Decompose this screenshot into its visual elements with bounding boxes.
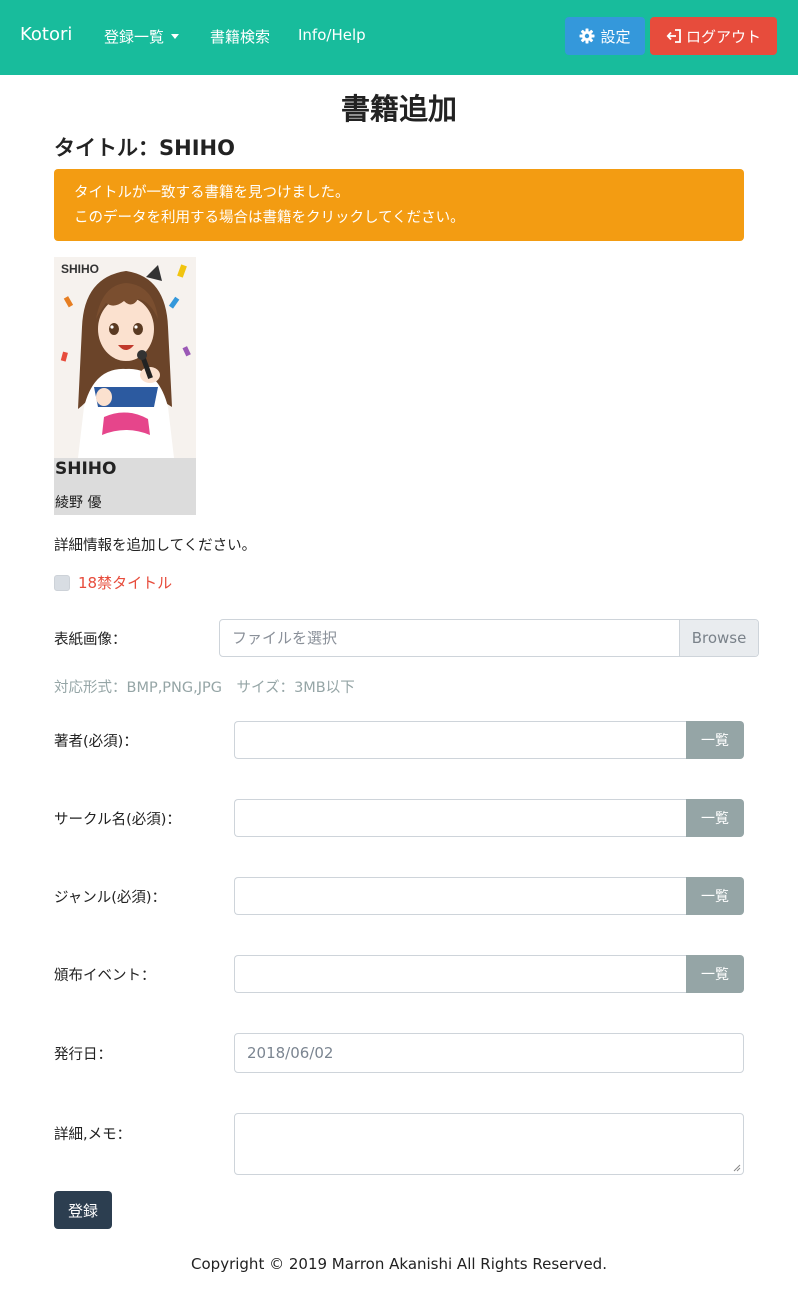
book-title-heading: タイトル：SHIHO: [54, 132, 235, 162]
author-list-button[interactable]: 一覧: [686, 721, 744, 759]
author-input[interactable]: [234, 721, 686, 759]
book-title-value: SHIHO: [159, 136, 235, 160]
publish-date-input[interactable]: 2018/06/02: [234, 1033, 744, 1073]
author-label: 著者(必須)：: [54, 734, 138, 750]
logout-label: ログアウト: [685, 27, 761, 46]
author-input-group: 一覧: [234, 721, 744, 759]
adult-title-checkbox[interactable]: [54, 574, 70, 591]
event-input-group: 一覧: [234, 955, 744, 993]
gear-icon: [579, 28, 595, 44]
book-card-author: 綾野 優: [55, 495, 102, 511]
circle-list-button[interactable]: 一覧: [686, 799, 744, 837]
footer-copyright: Copyright © 2019 Marron Akanishi All Rig…: [191, 1255, 607, 1273]
brand-link[interactable]: Kotori: [20, 24, 72, 45]
matched-book-card[interactable]: SHIHO SHIHO 綾野 優: [54, 257, 196, 515]
navbar: Kotori 登録一覧 書籍検索 Info/Help 設定 ログアウト: [0, 0, 798, 75]
event-list-button[interactable]: 一覧: [686, 955, 744, 993]
cover-image-file-input[interactable]: ファイルを選択 Browse: [219, 619, 759, 657]
book-cover-image: SHIHO: [54, 257, 196, 458]
circle-label: サークル名(必須)：: [54, 812, 181, 828]
circle-input[interactable]: [234, 799, 686, 837]
settings-label: 設定: [600, 27, 631, 46]
circle-input-group: 一覧: [234, 799, 744, 837]
cover-illustration: [54, 257, 196, 458]
form-hint: 詳細情報を追加してください。: [54, 538, 257, 554]
cover-image-label: 表紙画像：: [54, 632, 127, 648]
logout-button[interactable]: ログアウト: [650, 17, 777, 55]
file-placeholder: ファイルを選択: [232, 629, 338, 647]
publish-date-label: 発行日：: [54, 1047, 112, 1063]
resize-handle-icon[interactable]: [733, 1164, 741, 1172]
adult-title-label[interactable]: 18禁タイトル: [78, 572, 172, 593]
register-button[interactable]: 登録: [54, 1191, 112, 1229]
nav-book-search[interactable]: 書籍検索: [210, 26, 270, 47]
genre-input[interactable]: [234, 877, 686, 915]
nav-registered-list-label: 登録一覧: [104, 28, 165, 46]
nav-info-help[interactable]: Info/Help: [298, 26, 366, 44]
match-alert: タイトルが一致する書籍を見つけました。 このデータを利用する場合は書籍をクリック…: [54, 169, 744, 241]
genre-list-button[interactable]: 一覧: [686, 877, 744, 915]
event-input[interactable]: [234, 955, 686, 993]
event-label: 頒布イベント：: [54, 968, 156, 984]
book-title-label: タイトル：: [54, 136, 159, 160]
sign-out-icon: [666, 29, 681, 43]
alert-line-2: このデータを利用する場合は書籍をクリックしてください。: [74, 210, 465, 226]
nav-registered-list-dropdown[interactable]: 登録一覧: [104, 26, 180, 47]
file-format-help: 対応形式：BMP,PNG,JPG サイズ：3MB以下: [54, 680, 355, 696]
adult-title-row: 18禁タイトル: [54, 572, 172, 593]
alert-line-1: タイトルが一致する書籍を見つけました。: [74, 185, 350, 201]
genre-input-group: 一覧: [234, 877, 744, 915]
caret-down-icon: [171, 34, 180, 39]
cover-title-text: SHIHO: [61, 262, 100, 276]
page-title: 書籍追加: [340, 92, 457, 126]
browse-button[interactable]: Browse: [679, 620, 758, 656]
genre-label: ジャンル(必須)：: [54, 890, 167, 906]
settings-button[interactable]: 設定: [565, 17, 645, 55]
memo-textarea[interactable]: [234, 1113, 744, 1175]
memo-label: 詳細,メモ：: [54, 1127, 132, 1143]
book-card-title: SHIHO: [55, 459, 117, 479]
